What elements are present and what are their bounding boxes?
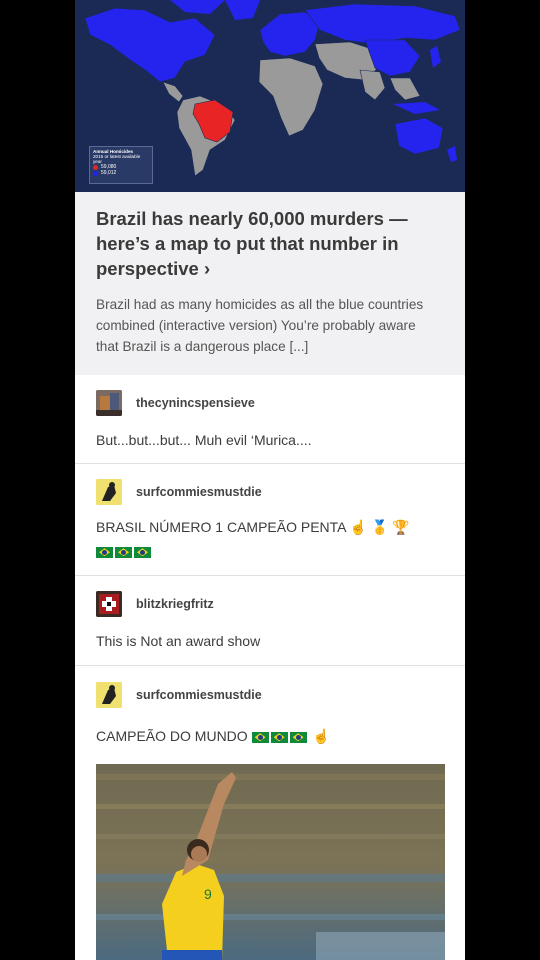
brazil-flag-icon (251, 731, 269, 743)
blue-dot-icon (93, 171, 98, 176)
reblog-text: BRASIL NÚMERO 1 CAMPEÃO PENTA (96, 519, 346, 535)
homicide-world-map[interactable]: Annual Homicides 2015 or latest availabl… (75, 0, 465, 192)
reblog-text-line: CAMPEÃO DO MUNDO ☝ (96, 725, 330, 747)
reblog-entry: thecynincspensieve But...but...but... Mu… (75, 375, 465, 463)
reblog-text: CAMPEÃO DO MUNDO (96, 728, 248, 744)
brazil-flag-icon (134, 546, 151, 558)
flag-row (96, 540, 153, 562)
brazil-flag-icon (289, 731, 307, 743)
legend-label: 59,012 (101, 170, 117, 176)
avatar-image (96, 479, 122, 505)
red-dot-icon (93, 165, 98, 170)
legend-subtitle: 2015 or latest available year (93, 154, 141, 164)
reblog-entry: surfcommiesmustdie BRASIL NÚMERO 1 CAMPE… (75, 463, 465, 576)
avatar[interactable] (96, 479, 122, 505)
avatar-image (96, 682, 122, 708)
reblog-username[interactable]: thecynincspensieve (136, 396, 255, 410)
svg-text:9: 9 (204, 886, 212, 902)
map-legend: Annual Homicides 2015 or latest availabl… (89, 146, 153, 184)
brazil-flag-icon (270, 731, 288, 743)
trophy-emoji: 🏆 (392, 519, 410, 535)
avatar[interactable] (96, 682, 122, 708)
reblog-username[interactable]: surfcommiesmustdie (136, 688, 262, 702)
medal-emoji: 🥇 (370, 519, 389, 535)
avatar-image (96, 591, 122, 617)
brazil-flag-icon (96, 546, 113, 558)
soccer-player-gif[interactable]: 9 (96, 764, 445, 960)
finger-up-emoji: ☝ (312, 728, 330, 744)
brazil-flag-icon (115, 546, 132, 558)
reblog-text: But...but...but... Muh evil ‘Murica.... (96, 432, 312, 448)
reblog-username[interactable]: blitzkriegfritz (136, 597, 214, 611)
avatar-image (96, 390, 122, 416)
link-preview-card[interactable]: Brazil has nearly 60,000 murders — here’… (75, 192, 465, 375)
avatar[interactable] (96, 591, 122, 617)
gif-image: 9 (96, 764, 445, 960)
tumblr-post: Annual Homicides 2015 or latest availabl… (75, 0, 465, 960)
finger-up-emoji: ☝ (349, 519, 368, 535)
reblog-text: This is Not an award show (96, 633, 261, 649)
avatar[interactable] (96, 390, 122, 416)
reblog-entry: blitzkriegfritz This is Not an award sho… (75, 575, 465, 666)
link-description: Brazil had as many homicides as all the … (96, 297, 424, 354)
legend-item-blue: 59,012 (93, 171, 149, 176)
reblog-text-line: BRASIL NÚMERO 1 CAMPEÃO PENTA ☝ 🥇 🏆 (96, 516, 410, 538)
link-title[interactable]: Brazil has nearly 60,000 murders — here’… (96, 206, 436, 281)
reblog-username[interactable]: surfcommiesmustdie (136, 485, 262, 499)
